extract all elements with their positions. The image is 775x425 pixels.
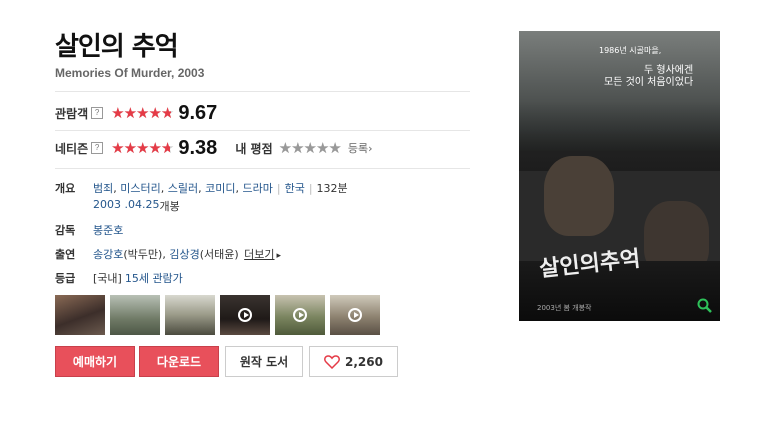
thumbnail-strip (55, 295, 385, 335)
help-icon[interactable]: ? (91, 142, 104, 154)
cast-link[interactable]: 송강호 (93, 248, 123, 261)
chevron-right-icon: › (368, 142, 373, 155)
cast-label: 출연 (55, 248, 76, 261)
audience-rating-row: 관람객 ? ★★★★★ ★★★★★ 9.67 (55, 102, 217, 124)
movie-subtitle: Memories Of Murder, 2003 (55, 66, 205, 80)
overview-label: 개요 (55, 182, 76, 195)
original-book-button[interactable]: 원작 도서 (225, 346, 303, 377)
release-suffix: 개봉 (159, 200, 180, 213)
chevron-right-icon: ▸ (276, 251, 282, 261)
video-thumbnail[interactable] (275, 295, 325, 335)
info-divider (55, 168, 470, 169)
poster-tagline-year: 1986년 시골마을, (599, 46, 662, 55)
genre-link[interactable]: 스릴러 (168, 182, 198, 195)
cast-row: 출연 송강호(박두만), 김상경(서태윤) 더보기 ▸ (55, 246, 281, 262)
like-button[interactable]: 2,260 (309, 346, 398, 377)
grade-country: [국내] (93, 272, 122, 285)
zoom-icon[interactable] (696, 297, 714, 315)
genre-link[interactable]: 미스터리 (120, 182, 160, 195)
reserve-button[interactable]: 예매하기 (55, 346, 135, 377)
netizen-label: 네티즌 (55, 141, 89, 156)
rating-divider (55, 130, 470, 131)
overview-row: 개요 범죄, 미스터리, 스릴러, 코미디, 드라마 | 한국 | 132분 (55, 182, 348, 195)
genre-link[interactable]: 코미디 (205, 182, 235, 195)
poster-release-note: 2003년 봄 개봉작 (537, 304, 592, 312)
still-thumbnail[interactable] (165, 295, 215, 335)
director-link[interactable]: 봉준호 (93, 222, 123, 238)
register-rating-link[interactable]: 등록› (348, 140, 373, 156)
download-button[interactable]: 다운로드 (139, 346, 219, 377)
genre-link[interactable]: 범죄 (93, 182, 113, 195)
grade-label: 등급 (55, 272, 76, 285)
still-thumbnail[interactable] (55, 295, 105, 335)
poster-tagline-2: 모든 것이 처음이었다 (604, 77, 694, 88)
movie-poster[interactable]: 1986년 시골마을, 두 형사에겐 모든 것이 처음이었다 살인의추억 200… (519, 31, 720, 321)
play-icon (348, 308, 362, 322)
audience-score: 9.67 (178, 101, 218, 124)
title-divider (55, 91, 470, 92)
heart-icon (324, 354, 340, 369)
runtime: 132분 (316, 182, 348, 195)
more-cast-link[interactable]: 더보기 (244, 248, 274, 261)
video-thumbnail[interactable] (330, 295, 380, 335)
play-icon (238, 308, 252, 322)
genre-link[interactable]: 드라마 (242, 182, 272, 195)
audience-stars: ★★★★★ ★★★★★ (111, 103, 174, 122)
cast-role: (박두만), (123, 248, 166, 261)
like-count: 2,260 (345, 354, 383, 369)
movie-title: 살인의 추억 (55, 32, 179, 62)
netizen-stars: ★★★★★ ★★★★★ (111, 138, 174, 157)
cast-link[interactable]: 김상경 (169, 248, 199, 261)
my-rating-stars[interactable]: ★★★★★ ★★★★★ (279, 140, 342, 156)
audience-label: 관람객 (55, 106, 89, 121)
video-thumbnail[interactable] (220, 295, 270, 335)
director-label: 감독 (55, 224, 76, 237)
netizen-score: 9.38 (178, 136, 218, 159)
still-thumbnail[interactable] (110, 295, 160, 335)
release-date-link[interactable]: 2003 .04.25 (93, 198, 159, 214)
grade-row: 등급 [국내] 15세 관람가 (55, 270, 183, 286)
grade-link[interactable]: 15세 관람가 (125, 270, 183, 286)
country-link[interactable]: 한국 (285, 182, 305, 195)
my-rating-label: 내 평점 (235, 141, 273, 156)
netizen-rating-row: 네티즌 ? ★★★★★ ★★★★★ 9.38 내 평점 ★★★★★ ★★★★★ 등록… (55, 137, 373, 159)
release-row: 2003 .04.25 개봉 (93, 198, 180, 214)
cast-role: (서태윤) (199, 248, 239, 261)
director-row: 감독 봉준호 (55, 222, 123, 238)
play-icon (293, 308, 307, 322)
help-icon[interactable]: ? (91, 107, 104, 119)
